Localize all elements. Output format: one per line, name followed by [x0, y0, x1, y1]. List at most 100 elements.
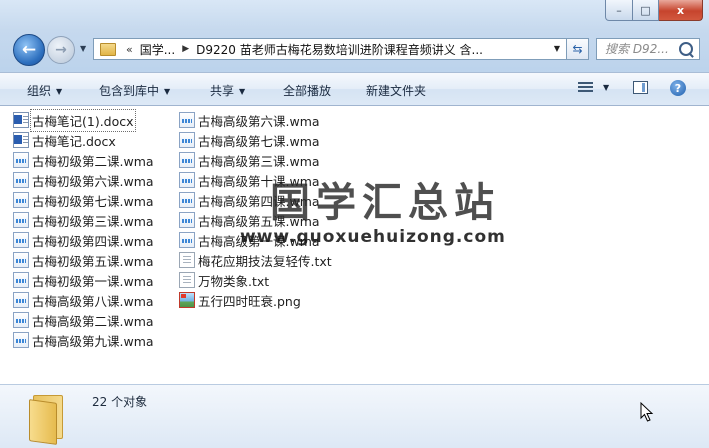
caption-buttons: – □ x	[605, 0, 703, 21]
view-options-dropdown[interactable]: ▼	[603, 83, 609, 92]
wma-audio-icon	[13, 192, 29, 208]
file-item[interactable]: 古梅高级第一课.wma	[179, 230, 332, 250]
file-name: 古梅高级第四课.wma	[198, 193, 320, 209]
file-name: 古梅初级第四课.wma	[32, 233, 154, 249]
address-overflow-chevron[interactable]: «	[126, 43, 133, 56]
details-pane: 22 个对象	[0, 384, 709, 448]
organize-menu[interactable]: 组织 ▼	[27, 82, 62, 99]
file-name: 古梅初级第三课.wma	[32, 213, 154, 229]
file-item[interactable]: 古梅初级第四课.wma	[13, 230, 154, 250]
wma-audio-icon	[13, 252, 29, 268]
file-item[interactable]: 古梅高级第四课.wma	[179, 190, 332, 210]
file-item[interactable]: 古梅高级第三课.wma	[179, 150, 332, 170]
wma-audio-icon	[13, 332, 29, 348]
file-item[interactable]: 古梅高级第八课.wma	[13, 290, 154, 310]
close-button[interactable]: x	[659, 0, 703, 21]
file-item[interactable]: 古梅高级第七课.wma	[179, 130, 332, 150]
wma-audio-icon	[179, 112, 195, 128]
file-item[interactable]: 古梅初级第二课.wma	[13, 150, 154, 170]
chevron-down-icon: ▼	[56, 87, 63, 96]
file-item[interactable]: 五行四时旺衰.png	[179, 290, 332, 310]
breadcrumb-segment-root[interactable]: 国学...	[140, 41, 175, 58]
file-item[interactable]: 古梅高级第五课.wma	[179, 210, 332, 230]
play-all-button[interactable]: 全部播放	[283, 82, 331, 99]
forward-arrow-icon: →	[55, 42, 67, 58]
file-name: 梅花应期技法复轻传.txt	[198, 253, 332, 269]
file-item[interactable]: 古梅笔记.docx	[13, 130, 154, 150]
address-bar[interactable]: « 国学... ▶ D9220 苗老师古梅花易数培训进阶课程音频讲义 含... …	[93, 38, 567, 60]
file-item[interactable]: 古梅高级第六课.wma	[179, 110, 332, 130]
back-arrow-icon: ←	[21, 40, 37, 60]
preview-pane-icon[interactable]	[633, 81, 648, 94]
file-item[interactable]: 古梅初级第三课.wma	[13, 210, 154, 230]
file-item[interactable]: 古梅高级第九课.wma	[13, 330, 154, 350]
word-doc-icon	[13, 132, 29, 148]
include-in-library-label: 包含到库中	[99, 84, 160, 98]
search-icon[interactable]	[679, 42, 693, 56]
file-name: 古梅初级第六课.wma	[32, 173, 154, 189]
breadcrumb-separator-icon[interactable]: ▶	[182, 44, 189, 54]
text-file-icon	[179, 252, 195, 268]
file-name: 古梅笔记(1).docx	[30, 108, 136, 132]
wma-audio-icon	[179, 172, 195, 188]
wma-audio-icon	[179, 212, 195, 228]
file-item[interactable]: 古梅初级第七课.wma	[13, 190, 154, 210]
file-item[interactable]: 古梅高级第二课.wma	[13, 310, 154, 330]
include-in-library-menu[interactable]: 包含到库中 ▼	[99, 82, 170, 99]
chevron-down-icon: ▼	[239, 87, 246, 96]
file-name: 古梅初级第二课.wma	[32, 153, 154, 169]
wma-audio-icon	[13, 212, 29, 228]
wma-audio-icon	[13, 272, 29, 288]
file-list[interactable]: 古梅笔记(1).docx 古梅笔记.docx 古梅初级第二课.wma 古梅初级第六课.…	[0, 106, 709, 384]
share-label: 共享	[210, 84, 235, 98]
refresh-button[interactable]: ⇆	[567, 38, 589, 60]
file-item[interactable]: 古梅初级第一课.wma	[13, 270, 154, 290]
breadcrumb-segment-current[interactable]: D9220 苗老师古梅花易数培训进阶课程音频讲义 含...	[196, 41, 483, 58]
explorer-window: – □ x ← → ▼ « 国学... ▶ D9220 苗老师古梅花易数培训进阶…	[0, 0, 709, 448]
file-name: 古梅高级第三课.wma	[198, 153, 320, 169]
organize-label: 组织	[27, 84, 52, 98]
address-dropdown-icon[interactable]: ▼	[554, 44, 560, 53]
wma-audio-icon	[179, 152, 195, 168]
file-item[interactable]: 古梅初级第五课.wma	[13, 250, 154, 270]
file-item[interactable]: 古梅笔记(1).docx	[13, 108, 154, 132]
file-name: 古梅高级第九课.wma	[32, 333, 154, 349]
file-name: 古梅高级第七课.wma	[198, 133, 320, 149]
file-item[interactable]: 古梅高级第十课.wma	[179, 170, 332, 190]
share-menu[interactable]: 共享 ▼	[210, 82, 245, 99]
search-input[interactable]	[605, 42, 683, 56]
change-view-icon[interactable]	[578, 81, 593, 94]
forward-button[interactable]: →	[47, 36, 75, 64]
chevron-down-icon: ▼	[164, 87, 171, 96]
maximize-button[interactable]: □	[633, 0, 659, 21]
refresh-icon: ⇆	[572, 42, 583, 56]
wma-audio-icon	[13, 232, 29, 248]
file-item[interactable]: 古梅初级第六课.wma	[13, 170, 154, 190]
text-file-icon	[179, 272, 195, 288]
file-name: 万物类象.txt	[198, 273, 270, 289]
help-icon[interactable]: ?	[670, 80, 686, 96]
minimize-button[interactable]: –	[605, 0, 633, 21]
file-name: 五行四时旺衰.png	[198, 293, 301, 309]
file-column-1: 古梅笔记(1).docx 古梅笔记.docx 古梅初级第二课.wma 古梅初级第六课.…	[13, 108, 154, 350]
new-folder-button[interactable]: 新建文件夹	[366, 82, 426, 99]
search-box[interactable]	[596, 38, 700, 60]
wma-audio-icon	[13, 292, 29, 308]
file-column-2: 古梅高级第六课.wma 古梅高级第七课.wma 古梅高级第三课.wma 古梅高级第十课…	[179, 110, 332, 310]
wma-audio-icon	[13, 312, 29, 328]
file-name: 古梅高级第八课.wma	[32, 293, 154, 309]
file-name: 古梅高级第六课.wma	[198, 113, 320, 129]
wma-audio-icon	[179, 132, 195, 148]
file-name: 古梅高级第十课.wma	[198, 173, 320, 189]
file-name: 古梅高级第二课.wma	[32, 313, 154, 329]
back-button[interactable]: ←	[13, 34, 45, 66]
file-item[interactable]: 万物类象.txt	[179, 270, 332, 290]
file-item[interactable]: 梅花应期技法复轻传.txt	[179, 250, 332, 270]
recent-pages-dropdown[interactable]: ▼	[80, 44, 86, 53]
word-doc-icon	[13, 112, 29, 128]
wma-audio-icon	[179, 232, 195, 248]
file-name: 古梅初级第七课.wma	[32, 193, 154, 209]
wma-audio-icon	[13, 152, 29, 168]
mouse-cursor-icon	[640, 401, 654, 422]
file-name: 古梅高级第五课.wma	[198, 213, 320, 229]
